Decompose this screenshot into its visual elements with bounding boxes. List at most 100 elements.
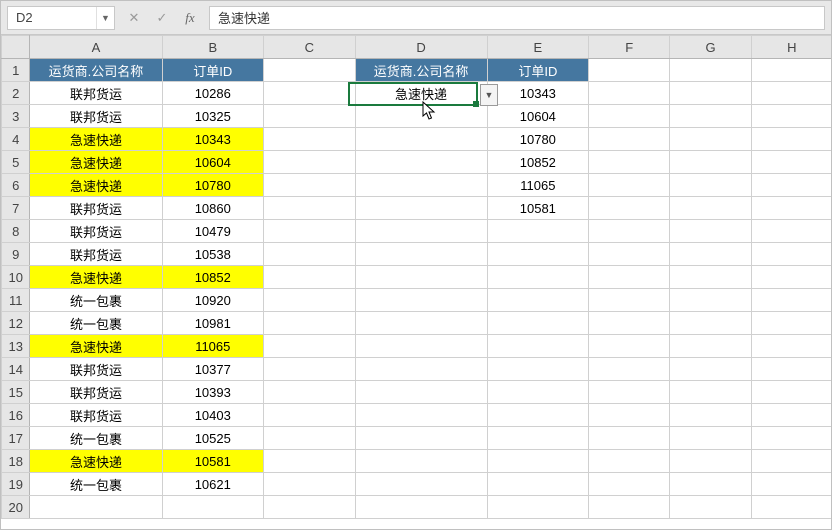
- cell-A8[interactable]: 联邦货运: [30, 220, 162, 243]
- cell-E1[interactable]: 订单ID: [487, 59, 589, 82]
- cell-C1[interactable]: [264, 59, 355, 82]
- cell-C15[interactable]: [264, 381, 355, 404]
- cell-E18[interactable]: [487, 450, 589, 473]
- cell-D6[interactable]: [355, 174, 487, 197]
- cell-D10[interactable]: [355, 266, 487, 289]
- cell-D2[interactable]: 急速快递: [355, 82, 487, 105]
- cell-D17[interactable]: [355, 427, 487, 450]
- cell-A9[interactable]: 联邦货运: [30, 243, 162, 266]
- cell-D11[interactable]: [355, 289, 487, 312]
- cell-D8[interactable]: [355, 220, 487, 243]
- cell-G14[interactable]: [670, 358, 751, 381]
- cell-F14[interactable]: [589, 358, 670, 381]
- cell-F15[interactable]: [589, 381, 670, 404]
- cell-C7[interactable]: [264, 197, 355, 220]
- cell-C19[interactable]: [264, 473, 355, 496]
- col-header-B[interactable]: B: [162, 36, 264, 59]
- cell-C9[interactable]: [264, 243, 355, 266]
- row-header-3[interactable]: 3: [2, 105, 30, 128]
- cell-B11[interactable]: 10920: [162, 289, 264, 312]
- cell-D16[interactable]: [355, 404, 487, 427]
- cell-A18[interactable]: 急速快递: [30, 450, 162, 473]
- name-box[interactable]: [8, 7, 96, 29]
- fx-icon[interactable]: fx: [177, 6, 203, 30]
- cell-A16[interactable]: 联邦货运: [30, 404, 162, 427]
- cell-F19[interactable]: [589, 473, 670, 496]
- cell-E11[interactable]: [487, 289, 589, 312]
- cell-B3[interactable]: 10325: [162, 105, 264, 128]
- cell-E2[interactable]: 10343: [487, 82, 589, 105]
- cell-A20[interactable]: [30, 496, 162, 519]
- cell-B8[interactable]: 10479: [162, 220, 264, 243]
- col-header-G[interactable]: G: [670, 36, 751, 59]
- cell-G11[interactable]: [670, 289, 751, 312]
- cell-E13[interactable]: [487, 335, 589, 358]
- cell-E19[interactable]: [487, 473, 589, 496]
- cell-G13[interactable]: [670, 335, 751, 358]
- cell-F3[interactable]: [589, 105, 670, 128]
- cell-D14[interactable]: [355, 358, 487, 381]
- cell-G12[interactable]: [670, 312, 751, 335]
- row-header-18[interactable]: 18: [2, 450, 30, 473]
- cell-F16[interactable]: [589, 404, 670, 427]
- cell-E7[interactable]: 10581: [487, 197, 589, 220]
- cell-H6[interactable]: [751, 174, 831, 197]
- cell-G2[interactable]: [670, 82, 751, 105]
- col-header-C[interactable]: C: [264, 36, 355, 59]
- cell-D18[interactable]: [355, 450, 487, 473]
- col-header-A[interactable]: A: [30, 36, 162, 59]
- cell-F7[interactable]: [589, 197, 670, 220]
- cell-E4[interactable]: 10780: [487, 128, 589, 151]
- cell-F12[interactable]: [589, 312, 670, 335]
- cell-G17[interactable]: [670, 427, 751, 450]
- cell-E8[interactable]: [487, 220, 589, 243]
- cell-C16[interactable]: [264, 404, 355, 427]
- cell-G18[interactable]: [670, 450, 751, 473]
- cell-B9[interactable]: 10538: [162, 243, 264, 266]
- row-header-15[interactable]: 15: [2, 381, 30, 404]
- cell-B5[interactable]: 10604: [162, 151, 264, 174]
- cell-B10[interactable]: 10852: [162, 266, 264, 289]
- cell-G10[interactable]: [670, 266, 751, 289]
- cell-D9[interactable]: [355, 243, 487, 266]
- cell-H8[interactable]: [751, 220, 831, 243]
- cell-C11[interactable]: [264, 289, 355, 312]
- col-header-D[interactable]: D: [355, 36, 487, 59]
- cell-G20[interactable]: [670, 496, 751, 519]
- name-box-dropdown[interactable]: ▼: [96, 7, 114, 29]
- cell-H14[interactable]: [751, 358, 831, 381]
- row-header-12[interactable]: 12: [2, 312, 30, 335]
- cell-H1[interactable]: [751, 59, 831, 82]
- row-header-16[interactable]: 16: [2, 404, 30, 427]
- col-header-F[interactable]: F: [589, 36, 670, 59]
- cell-B20[interactable]: [162, 496, 264, 519]
- row-header-13[interactable]: 13: [2, 335, 30, 358]
- cell-H3[interactable]: [751, 105, 831, 128]
- cell-H4[interactable]: [751, 128, 831, 151]
- cell-H10[interactable]: [751, 266, 831, 289]
- cell-B16[interactable]: 10403: [162, 404, 264, 427]
- row-header-4[interactable]: 4: [2, 128, 30, 151]
- cell-G3[interactable]: [670, 105, 751, 128]
- cell-H19[interactable]: [751, 473, 831, 496]
- cell-H11[interactable]: [751, 289, 831, 312]
- cell-A13[interactable]: 急速快递: [30, 335, 162, 358]
- cell-H15[interactable]: [751, 381, 831, 404]
- cell-D1[interactable]: 运货商.公司名称: [355, 59, 487, 82]
- cell-A11[interactable]: 统一包裹: [30, 289, 162, 312]
- cell-C10[interactable]: [264, 266, 355, 289]
- cell-A4[interactable]: 急速快递: [30, 128, 162, 151]
- cell-C2[interactable]: [264, 82, 355, 105]
- row-header-11[interactable]: 11: [2, 289, 30, 312]
- col-header-E[interactable]: E: [487, 36, 589, 59]
- cell-B1[interactable]: 订单ID: [162, 59, 264, 82]
- cell-C4[interactable]: [264, 128, 355, 151]
- cell-F17[interactable]: [589, 427, 670, 450]
- cell-B15[interactable]: 10393: [162, 381, 264, 404]
- cell-E9[interactable]: [487, 243, 589, 266]
- cell-D5[interactable]: [355, 151, 487, 174]
- cell-E20[interactable]: [487, 496, 589, 519]
- cell-G4[interactable]: [670, 128, 751, 151]
- cell-C3[interactable]: [264, 105, 355, 128]
- cell-F20[interactable]: [589, 496, 670, 519]
